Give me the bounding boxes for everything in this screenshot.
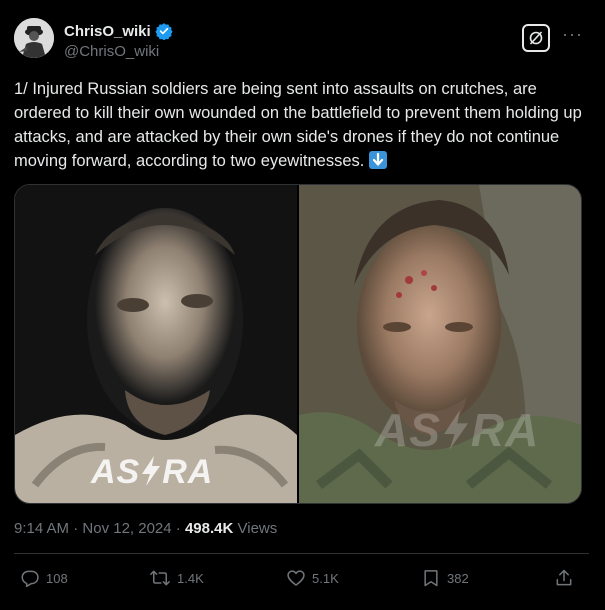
verified-badge-icon[interactable] xyxy=(155,22,173,40)
tweet-text: 1/ Injured Russian soldiers are being se… xyxy=(14,77,589,173)
divider xyxy=(14,553,589,554)
watermark-right: AS RA xyxy=(375,403,539,457)
bookmark-button[interactable]: 382 xyxy=(421,568,469,588)
watermark-right-part1: AS xyxy=(375,404,441,456)
meta-separator-2: · xyxy=(171,520,185,537)
tweet-date[interactable]: Nov 12, 2024 xyxy=(82,520,171,537)
tweet-meta: 9:14 AM · Nov 12, 2024 · 498.4K Views xyxy=(14,520,277,537)
repost-button[interactable]: 1.4K xyxy=(149,568,204,588)
like-icon xyxy=(287,570,305,586)
meta-separator: · xyxy=(69,520,83,537)
tweet-text-body: 1/ Injured Russian soldiers are being se… xyxy=(14,80,582,170)
media-image-left[interactable]: AS RA xyxy=(15,185,297,503)
watermark-left-part2: RA xyxy=(162,453,214,491)
bookmark-count: 382 xyxy=(447,570,469,586)
reply-count: 108 xyxy=(46,570,68,586)
watermark-left: AS RA xyxy=(91,453,213,492)
watermark-left-part1: AS xyxy=(91,453,141,491)
repost-icon xyxy=(150,570,170,586)
tweet-media[interactable]: AS RA AS RA xyxy=(14,184,582,504)
more-icon[interactable]: ··· xyxy=(562,24,583,45)
share-icon xyxy=(556,569,572,586)
share-button[interactable] xyxy=(554,568,574,588)
watermark-bolt-icon xyxy=(443,410,468,450)
views-count: 498.4K xyxy=(184,520,234,537)
reply-icon xyxy=(21,570,39,588)
repost-count: 1.4K xyxy=(177,570,204,586)
avatar[interactable] xyxy=(14,18,54,58)
grok-icon xyxy=(529,31,543,45)
views-label: Views xyxy=(233,520,278,537)
watermark-bolt-icon xyxy=(142,456,161,486)
like-button[interactable]: 5.1K xyxy=(286,568,339,588)
grok-button[interactable] xyxy=(522,24,550,52)
action-bar: 108 1.4K 5.1K 382 xyxy=(14,568,589,592)
user-handle[interactable]: @ChrisO_wiki xyxy=(64,43,159,60)
tweet-time[interactable]: 9:14 AM xyxy=(14,520,69,537)
reply-button[interactable]: 108 xyxy=(20,568,68,588)
display-name[interactable]: ChrisO_wiki xyxy=(64,23,151,40)
like-count: 5.1K xyxy=(312,570,339,586)
media-image-right[interactable]: AS RA xyxy=(299,185,581,503)
down-arrow-emoji xyxy=(368,151,387,169)
watermark-right-part2: RA xyxy=(470,404,540,456)
bookmark-icon xyxy=(424,570,438,587)
avatar-image xyxy=(14,18,54,58)
